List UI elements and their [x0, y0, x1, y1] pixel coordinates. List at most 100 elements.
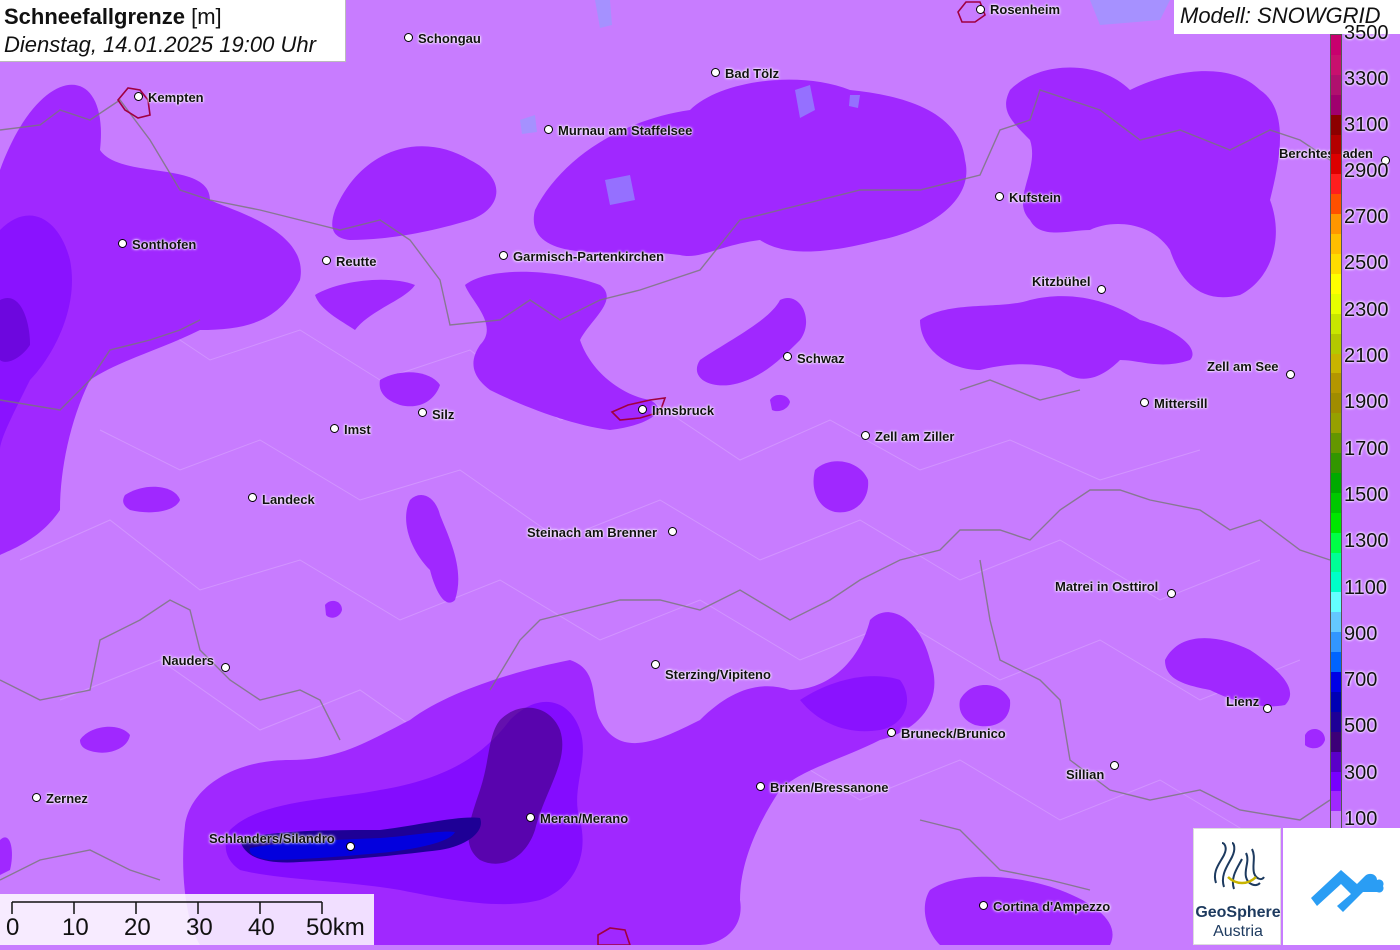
city-label[interactable]: Kempten [148, 90, 204, 105]
legend-swatch [1331, 413, 1341, 434]
city-label[interactable]: Steinach am Brenner [527, 525, 657, 540]
legend-swatch [1331, 174, 1341, 195]
title-unit: [m] [191, 4, 222, 29]
snowfall-map[interactable] [0, 0, 1400, 945]
scale-label: 40 [248, 914, 275, 941]
legend-swatch [1331, 234, 1341, 254]
city-dot[interactable] [322, 256, 331, 265]
city-dot[interactable] [651, 660, 660, 669]
city-label[interactable]: Lienz [1226, 694, 1259, 709]
legend-label: 2700 [1344, 206, 1389, 228]
city-dot[interactable] [248, 493, 257, 502]
legend-swatch [1331, 731, 1341, 752]
scale-label: 50km [306, 914, 365, 941]
legend-label: 2500 [1344, 252, 1389, 274]
city-dot[interactable] [783, 352, 792, 361]
city-label[interactable]: Mittersill [1154, 396, 1207, 411]
city-label[interactable]: Schlanders/Silandro [209, 831, 335, 846]
legend-swatch [1331, 74, 1341, 95]
scale-label: 20 [124, 914, 151, 941]
city-dot[interactable] [711, 68, 720, 77]
city-label[interactable]: Bad Tölz [725, 66, 779, 81]
city-label[interactable]: Sonthofen [132, 237, 196, 252]
city-label[interactable]: Zell am See [1207, 359, 1279, 374]
legend-swatch [1331, 771, 1341, 792]
city-dot[interactable] [1263, 704, 1272, 713]
city-dot[interactable] [1286, 370, 1295, 379]
city-label[interactable]: Murnau am Staffelsee [558, 123, 692, 138]
city-label[interactable]: Berchtesgaden [1279, 146, 1373, 161]
city-dot[interactable] [544, 125, 553, 134]
city-label[interactable]: Innsbruck [652, 403, 714, 418]
city-dot[interactable] [404, 33, 413, 42]
city-dot[interactable] [995, 192, 1004, 201]
title-box: Schneefallgrenze [m] Dienstag, 14.01.202… [0, 0, 346, 62]
legend-swatch [1331, 791, 1341, 812]
city-label[interactable]: Nauders [162, 653, 214, 668]
city-dot[interactable] [32, 793, 41, 802]
city-label[interactable]: Reutte [336, 254, 376, 269]
city-label[interactable]: Silz [432, 407, 454, 422]
legend-label: 1900 [1344, 391, 1389, 413]
legend-swatch [1331, 632, 1341, 653]
cloud-app-logo[interactable] [1283, 828, 1400, 945]
city-label[interactable]: Zernez [46, 791, 88, 806]
legend-label: 500 [1344, 715, 1378, 737]
legend-swatch [1331, 672, 1341, 692]
city-dot[interactable] [638, 405, 647, 414]
map-title: Schneefallgrenze [m] [4, 3, 345, 31]
city-label[interactable]: Bruneck/Brunico [901, 726, 1006, 741]
scale-label: 30 [186, 914, 213, 941]
geosphere-logo[interactable]: GeoSphere Austria [1193, 828, 1281, 945]
city-dot[interactable] [887, 728, 896, 737]
city-dot[interactable] [330, 424, 339, 433]
city-label[interactable]: Landeck [262, 492, 315, 507]
city-dot[interactable] [346, 842, 355, 851]
legend-swatch [1331, 711, 1341, 732]
city-label[interactable]: Schwaz [797, 351, 845, 366]
city-label[interactable]: Meran/Merano [540, 811, 628, 826]
color-legend-bar [1330, 34, 1342, 832]
city-label[interactable]: Rosenheim [990, 2, 1060, 17]
city-label[interactable]: Garmisch-Partenkirchen [513, 249, 664, 264]
legend-swatch [1331, 54, 1341, 75]
city-label[interactable]: Sterzing/Vipiteno [665, 667, 771, 682]
city-dot[interactable] [1097, 285, 1106, 294]
city-label[interactable]: Matrei in Osttirol [1055, 579, 1158, 594]
city-dot[interactable] [979, 901, 988, 910]
city-dot[interactable] [499, 251, 508, 260]
city-dot[interactable] [668, 527, 677, 536]
city-dot[interactable] [1110, 761, 1119, 770]
city-dot[interactable] [976, 5, 985, 14]
city-label[interactable]: Brixen/Bressanone [770, 780, 889, 795]
city-label[interactable]: Kufstein [1009, 190, 1061, 205]
legend-swatch [1331, 154, 1341, 175]
legend-swatch [1331, 214, 1341, 235]
city-label[interactable]: Imst [344, 422, 371, 437]
city-dot[interactable] [134, 92, 143, 101]
city-label[interactable]: Sillian [1066, 767, 1104, 782]
legend-swatch [1331, 94, 1341, 115]
legend-label: 300 [1344, 762, 1378, 784]
legend-label: 1100 [1344, 577, 1388, 599]
legend-swatch [1331, 453, 1341, 473]
city-label[interactable]: Kitzbühel [1032, 274, 1091, 289]
geosphere-logo-icon [1214, 842, 1265, 890]
legend-swatch [1331, 592, 1341, 613]
city-label[interactable]: Schongau [418, 31, 481, 46]
city-dot[interactable] [1140, 398, 1149, 407]
city-dot[interactable] [118, 239, 127, 248]
city-dot[interactable] [1167, 589, 1176, 598]
legend-swatch [1331, 652, 1341, 672]
map-datetime: Dienstag, 14.01.2025 19:00 Uhr [4, 32, 316, 57]
legend-swatch [1331, 293, 1341, 314]
legend-swatch [1331, 313, 1341, 334]
legend-swatch [1331, 253, 1341, 274]
city-dot[interactable] [756, 782, 765, 791]
city-dot[interactable] [418, 408, 427, 417]
city-dot[interactable] [526, 813, 535, 822]
city-label[interactable]: Cortina d'Ampezzo [993, 899, 1110, 914]
city-dot[interactable] [221, 663, 230, 672]
city-dot[interactable] [861, 431, 870, 440]
city-label[interactable]: Zell am Ziller [875, 429, 954, 444]
